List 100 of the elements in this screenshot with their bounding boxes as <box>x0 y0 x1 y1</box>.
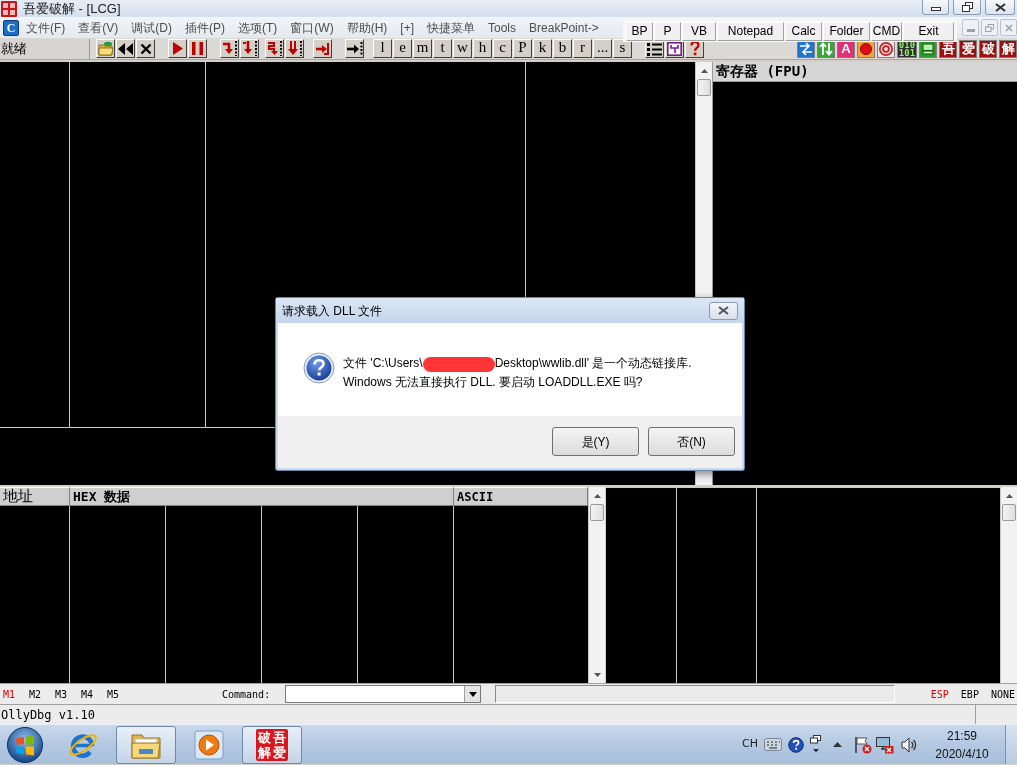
memory-tab[interactable]: M3 <box>55 686 81 702</box>
close-button[interactable] <box>709 301 738 320</box>
toolbar-button[interactable] <box>188 39 207 58</box>
menu-item[interactable]: 文件(F) <box>26 18 66 37</box>
toolbar-button[interactable] <box>345 39 364 58</box>
toolbar-button[interactable]: r <box>573 39 592 58</box>
step-into-icon <box>221 41 238 56</box>
menu-item[interactable]: Tools <box>488 18 517 37</box>
quick-launch-button[interactable]: Notepad <box>717 21 784 41</box>
minimize-icon <box>966 29 975 32</box>
quick-launch-button[interactable]: Calc <box>785 21 822 41</box>
quick-launch-button[interactable]: VB <box>682 21 716 41</box>
restore-button[interactable] <box>953 0 981 15</box>
register-tab[interactable]: NONE <box>990 686 1015 702</box>
dialog-title: 请求载入 DLL 文件 <box>282 302 383 320</box>
toolbar-button[interactable]: h <box>473 39 492 58</box>
quick-launch-button[interactable]: Exit <box>903 21 954 41</box>
trace-into-icon <box>266 41 283 56</box>
caret-up-icon <box>832 742 842 747</box>
close-icon <box>718 306 729 315</box>
seal-button[interactable]: 破 <box>979 39 997 58</box>
menu-item[interactable]: 窗口(W) <box>290 18 334 37</box>
caret-up-icon <box>700 68 708 73</box>
scrollbar-thumb[interactable] <box>590 504 604 521</box>
close-button[interactable] <box>985 0 1015 15</box>
message-text: Desktop\wwlib.dll' 是一个动态链接库. <box>494 355 692 371</box>
seal-button[interactable]: 解 <box>999 39 1017 58</box>
menu-item[interactable]: 帮助(H) <box>346 18 388 37</box>
list-icon <box>647 41 662 56</box>
minimize-button[interactable] <box>922 0 949 15</box>
minimize-icon <box>930 7 941 11</box>
window-title: 吾爱破解 - [LCG] <box>23 0 121 17</box>
message-text: Windows 无法直接执行 DLL. 要启动 LOADDLL.EXE 吗? <box>343 375 643 390</box>
menu-item[interactable]: 快捷菜单 <box>427 18 475 37</box>
dialog-button[interactable]: 否(N) <box>648 427 735 456</box>
dialog-button[interactable]: 是(Y) <box>552 427 639 456</box>
caret-up-icon <box>593 493 601 498</box>
windows-logo-icon <box>6 725 44 764</box>
arrow-to-bar-icon <box>346 41 363 56</box>
toolbar-button[interactable] <box>168 39 187 58</box>
memory-tab[interactable]: M1 <box>3 686 29 702</box>
menu-item[interactable]: 调试(D) <box>131 18 172 37</box>
quick-launch-button[interactable]: BP <box>626 21 653 41</box>
column-header[interactable]: ASCII <box>454 487 588 506</box>
memory-tab[interactable]: M4 <box>81 686 107 702</box>
taskbar-app-button[interactable] <box>116 725 176 764</box>
menu-item[interactable]: [+] <box>400 18 414 37</box>
pane-title: 寄存器 (FPU) <box>716 62 809 81</box>
menu-item[interactable]: BreakPoint-> <box>529 18 599 37</box>
register-tab[interactable]: ESP <box>930 686 949 702</box>
dropdown-button[interactable] <box>464 686 481 702</box>
menu-item[interactable]: 选项(T) <box>238 18 278 37</box>
memory-tab[interactable]: M2 <box>29 686 55 702</box>
toolbar-button[interactable] <box>285 39 304 58</box>
toolbar-button[interactable]: t <box>433 39 452 58</box>
command-label: Command: <box>222 687 271 702</box>
seal-button[interactable]: 爱 <box>959 39 977 58</box>
menu-item[interactable]: 查看(V) <box>78 18 119 37</box>
speaker-icon <box>901 736 918 753</box>
seal-character: 爱 <box>272 744 287 760</box>
toolbar-button[interactable]: w <box>453 39 472 58</box>
window-menu-button[interactable]: C <box>3 19 19 36</box>
scrollbar-thumb[interactable] <box>1002 504 1016 521</box>
toolbar-button[interactable]: b <box>553 39 572 58</box>
scrollbar-thumb[interactable] <box>697 79 711 96</box>
toolbar-button[interactable]: l <box>373 39 392 58</box>
toolbar-button[interactable] <box>116 39 135 58</box>
quick-launch-button[interactable]: Folder <box>823 21 870 41</box>
restore-icon <box>961 2 973 12</box>
caret-up-icon <box>1005 493 1013 498</box>
toolbar-button[interactable] <box>313 39 332 58</box>
play-icon <box>172 42 183 55</box>
toolbar-button[interactable] <box>220 39 239 58</box>
quick-launch-button[interactable]: CMD <box>871 21 902 41</box>
taskbar-app-button[interactable]: 破吾 解爱 <box>242 725 302 764</box>
register-tab[interactable]: EBP <box>960 686 979 702</box>
toolbar-button[interactable] <box>96 39 115 58</box>
memory-tab[interactable]: M5 <box>107 686 133 702</box>
status-text: 就绪 <box>1 39 27 58</box>
toolbar-button[interactable]: k <box>533 39 552 58</box>
trace-over-icon <box>286 41 303 56</box>
toolbar-button[interactable]: P <box>513 39 532 58</box>
command-field[interactable] <box>285 685 482 703</box>
toolbar-button[interactable] <box>136 39 155 58</box>
toolbar-button[interactable]: e <box>393 39 412 58</box>
language-indicator[interactable]: CH <box>742 736 758 753</box>
toolbar-button[interactable] <box>240 39 259 58</box>
toolbar-button[interactable]: m <box>413 39 432 58</box>
seal-character: 破 <box>257 729 272 745</box>
clock-time[interactable]: 21:59 <box>947 726 977 745</box>
toolbar-button[interactable] <box>265 39 284 58</box>
menu-item[interactable]: 插件(P) <box>185 18 225 37</box>
column-header[interactable]: HEX 数据 <box>70 487 454 506</box>
toolbar-button[interactable]: c <box>493 39 512 58</box>
app-seal-icon <box>1 1 17 17</box>
quick-launch-button[interactable]: P <box>654 21 681 41</box>
close-icon <box>994 2 1006 12</box>
toolbar-button[interactable]: ... <box>593 39 612 58</box>
clock-date[interactable]: 2020/4/10 <box>935 744 989 763</box>
close-icon <box>1004 23 1013 32</box>
